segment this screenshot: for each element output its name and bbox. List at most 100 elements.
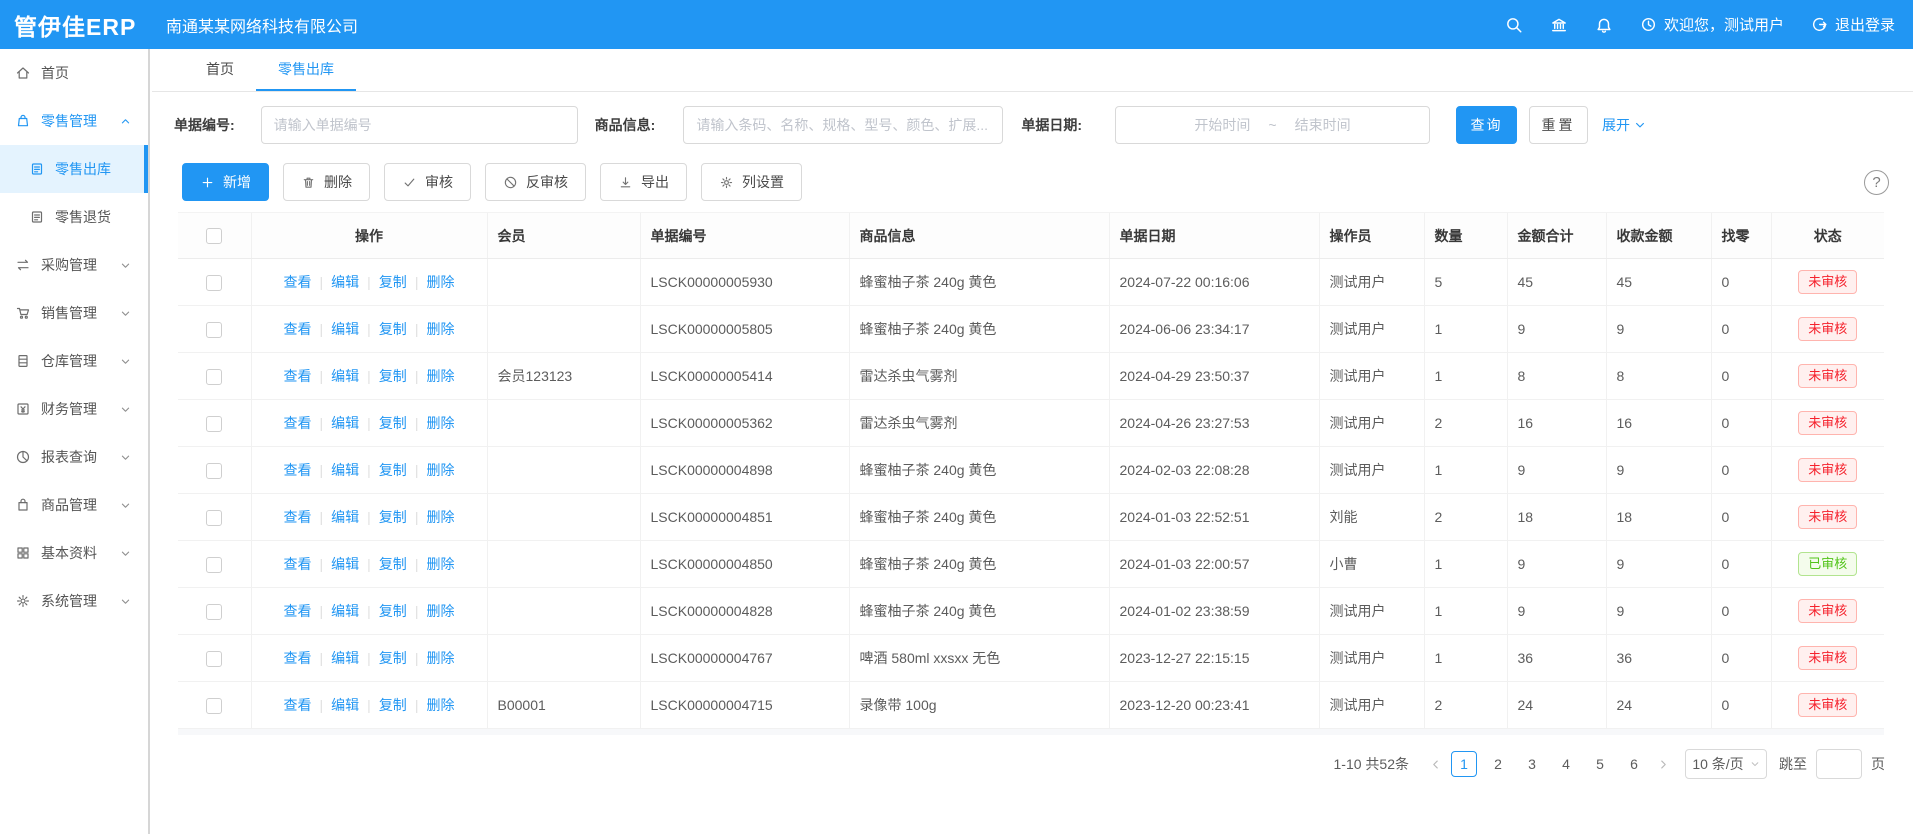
delete-link[interactable]: 删除 — [426, 603, 454, 619]
page-number-2[interactable]: 2 — [1485, 751, 1511, 777]
row-checkbox[interactable] — [206, 651, 222, 667]
logout-button[interactable]: 退出登录 — [1811, 14, 1895, 35]
operator-cell: 测试用户 — [1319, 588, 1424, 635]
sidebar-item-retail[interactable]: 零售管理 — [0, 97, 148, 145]
row-checkbox[interactable] — [206, 463, 222, 479]
view-link[interactable]: 查看 — [284, 556, 312, 572]
page-number-1[interactable]: 1 — [1451, 751, 1477, 777]
tab-retail-outbound[interactable]: 零售出库 — [256, 49, 356, 91]
copy-link[interactable]: 复制 — [379, 509, 407, 525]
reset-button[interactable]: 重置 — [1529, 106, 1588, 144]
tab-home[interactable]: 首页 — [184, 49, 256, 91]
trash-button[interactable]: 删除 — [283, 163, 370, 201]
copy-link[interactable]: 复制 — [379, 462, 407, 478]
copy-link[interactable]: 复制 — [379, 415, 407, 431]
row-checkbox[interactable] — [206, 275, 222, 291]
edit-link[interactable]: 编辑 — [331, 603, 359, 619]
download-button[interactable]: 导出 — [600, 163, 687, 201]
view-link[interactable]: 查看 — [284, 274, 312, 290]
user-menu[interactable]: 欢迎您，测试用户 — [1640, 14, 1784, 35]
change-cell: 0 — [1711, 682, 1771, 729]
edit-link[interactable]: 编辑 — [331, 556, 359, 572]
page-number-4[interactable]: 4 — [1553, 751, 1579, 777]
sidebar-item-cart[interactable]: 销售管理 — [0, 289, 148, 337]
row-checkbox[interactable] — [206, 322, 222, 338]
check-button[interactable]: 审核 — [384, 163, 471, 201]
search-icon[interactable] — [1505, 16, 1523, 34]
plus-button[interactable]: 新增 — [182, 163, 269, 201]
copy-link[interactable]: 复制 — [379, 321, 407, 337]
view-link[interactable]: 查看 — [284, 415, 312, 431]
table-footer-strip — [178, 729, 1884, 735]
sidebar-item-purchase[interactable]: 采购管理 — [0, 241, 148, 289]
jump-to-input[interactable] — [1816, 749, 1862, 779]
help-icon[interactable]: ? — [1864, 170, 1889, 195]
edit-link[interactable]: 编辑 — [331, 509, 359, 525]
sidebar-item-basic[interactable]: 基本资料 — [0, 529, 148, 577]
row-checkbox[interactable] — [206, 510, 222, 526]
view-link[interactable]: 查看 — [284, 509, 312, 525]
sidebar-item-goods[interactable]: 商品管理 — [0, 481, 148, 529]
copy-link[interactable]: 复制 — [379, 274, 407, 290]
edit-link[interactable]: 编辑 — [331, 274, 359, 290]
sidebar-item-report[interactable]: 报表查询 — [0, 433, 148, 481]
row-checkbox[interactable] — [206, 698, 222, 714]
bank-icon[interactable] — [1550, 16, 1568, 34]
row-checkbox[interactable] — [206, 604, 222, 620]
edit-link[interactable]: 编辑 — [331, 462, 359, 478]
view-link[interactable]: 查看 — [284, 650, 312, 666]
expand-link[interactable]: 展开 — [1602, 115, 1646, 135]
copy-link[interactable]: 复制 — [379, 697, 407, 713]
sidebar-item-warehouse[interactable]: 仓库管理 — [0, 337, 148, 385]
prev-page-icon[interactable] — [1423, 751, 1447, 777]
delete-link[interactable]: 删除 — [426, 415, 454, 431]
edit-link[interactable]: 编辑 — [331, 368, 359, 384]
change-cell: 0 — [1711, 353, 1771, 400]
view-link[interactable]: 查看 — [284, 368, 312, 384]
row-checkbox[interactable] — [206, 416, 222, 432]
view-link[interactable]: 查看 — [284, 697, 312, 713]
edit-link[interactable]: 编辑 — [331, 697, 359, 713]
sidebar-item-doc[interactable]: 零售退货 — [0, 193, 148, 241]
next-page-icon[interactable] — [1651, 751, 1675, 777]
delete-link[interactable]: 删除 — [426, 321, 454, 337]
copy-link[interactable]: 复制 — [379, 368, 407, 384]
row-checkbox[interactable] — [206, 369, 222, 385]
row-checkbox[interactable] — [206, 557, 222, 573]
page-size-select[interactable]: 10 条/页 — [1685, 749, 1767, 779]
product-info-input[interactable] — [683, 106, 1003, 144]
edit-link[interactable]: 编辑 — [331, 650, 359, 666]
edit-link[interactable]: 编辑 — [331, 415, 359, 431]
link-divider: | — [415, 650, 419, 666]
sidebar-item-system[interactable]: 系统管理 — [0, 577, 148, 625]
copy-link[interactable]: 复制 — [379, 603, 407, 619]
delete-link[interactable]: 删除 — [426, 274, 454, 290]
copy-link[interactable]: 复制 — [379, 650, 407, 666]
ban-button[interactable]: 反审核 — [485, 163, 586, 201]
gear-button[interactable]: 列设置 — [701, 163, 802, 201]
select-all-checkbox[interactable] — [206, 228, 222, 244]
delete-link[interactable]: 删除 — [426, 368, 454, 384]
delete-link[interactable]: 删除 — [426, 650, 454, 666]
delete-link[interactable]: 删除 — [426, 462, 454, 478]
page-number-5[interactable]: 5 — [1587, 751, 1613, 777]
bell-icon[interactable] — [1595, 16, 1613, 34]
product-cell: 蜂蜜柚子茶 240g 黄色 — [849, 494, 1109, 541]
delete-link[interactable]: 删除 — [426, 556, 454, 572]
sidebar-item-finance[interactable]: 财务管理 — [0, 385, 148, 433]
view-link[interactable]: 查看 — [284, 603, 312, 619]
edit-link[interactable]: 编辑 — [331, 321, 359, 337]
search-button[interactable]: 查询 — [1456, 106, 1517, 144]
date-range-input[interactable]: 开始时间 ~ 结束时间 — [1115, 106, 1430, 144]
link-divider: | — [415, 368, 419, 384]
view-link[interactable]: 查看 — [284, 462, 312, 478]
page-number-3[interactable]: 3 — [1519, 751, 1545, 777]
sidebar-item-doc[interactable]: 零售出库 — [0, 145, 148, 193]
delete-link[interactable]: 删除 — [426, 509, 454, 525]
page-number-6[interactable]: 6 — [1621, 751, 1647, 777]
view-link[interactable]: 查看 — [284, 321, 312, 337]
copy-link[interactable]: 复制 — [379, 556, 407, 572]
sidebar-item-home[interactable]: 首页 — [0, 49, 148, 97]
bill-no-input[interactable] — [261, 106, 578, 144]
delete-link[interactable]: 删除 — [426, 697, 454, 713]
